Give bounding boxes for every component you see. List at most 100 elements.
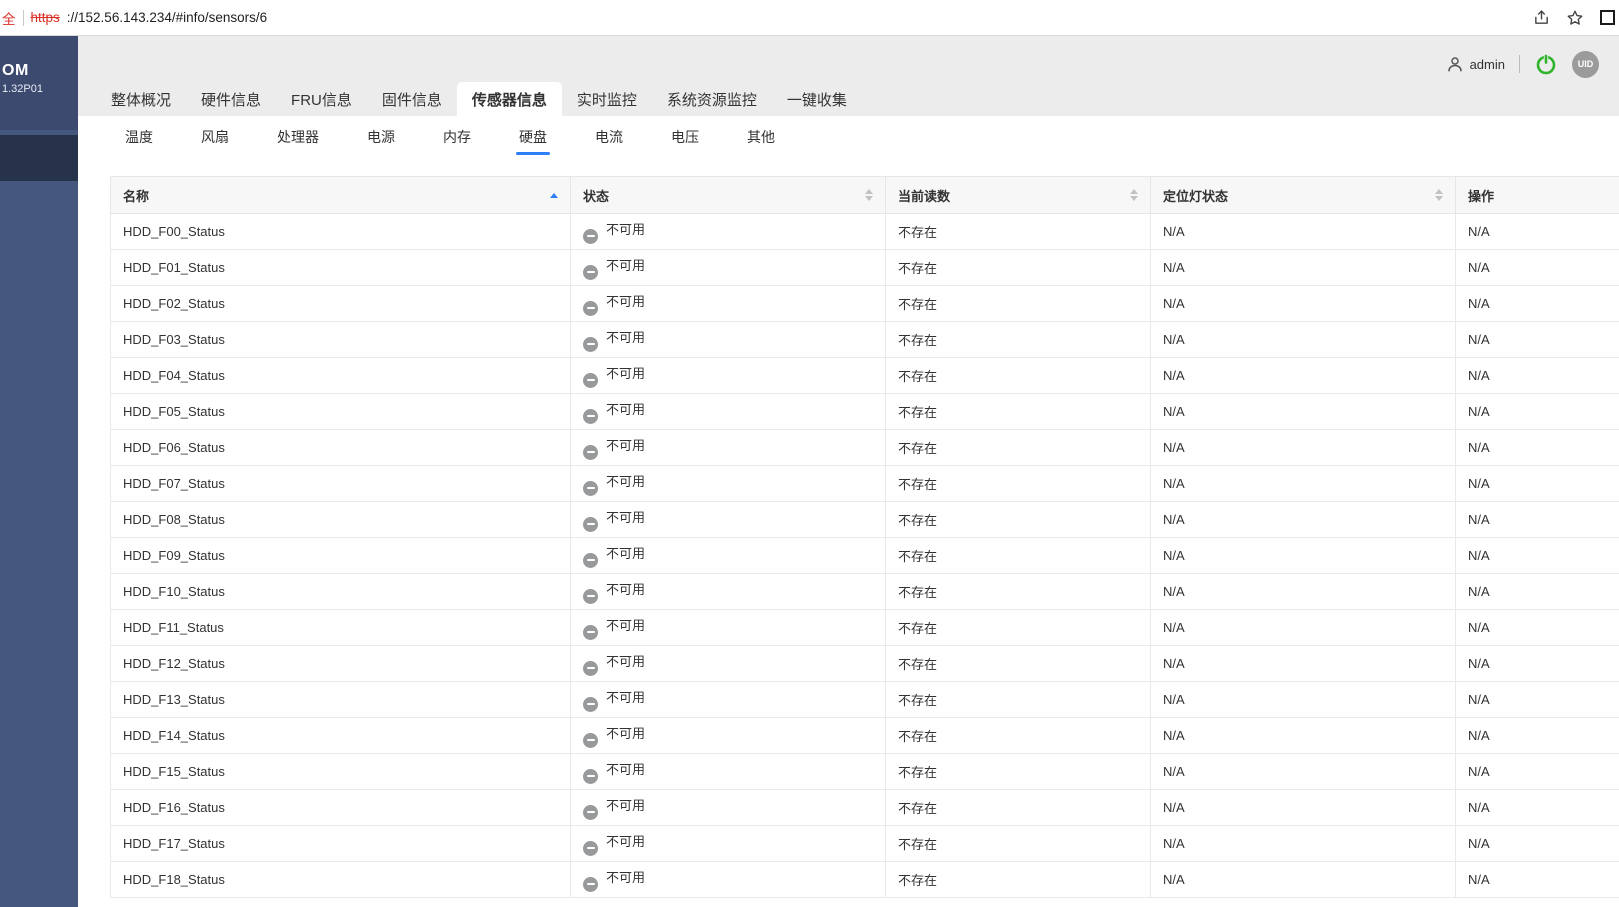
sensor-name-cell: HDD_F04_Status: [111, 358, 571, 394]
sensor-reading-cell: 不存在: [886, 574, 1151, 610]
sub-tab-3[interactable]: 处理器: [274, 116, 322, 158]
star-icon[interactable]: [1566, 9, 1584, 27]
sensor-status-cell: 不可用: [571, 286, 886, 322]
status-label: 不可用: [606, 474, 645, 489]
sensor-reading-cell: 不存在: [886, 862, 1151, 898]
sub-tab-2[interactable]: 风扇: [198, 116, 232, 158]
sensor-status-cell: 不可用: [571, 250, 886, 286]
status-label: 不可用: [606, 546, 645, 561]
column-header-4[interactable]: 定位灯状态: [1151, 177, 1456, 214]
status-label: 不可用: [606, 294, 645, 309]
column-label: 当前读数: [898, 186, 950, 205]
status-label: 不可用: [606, 870, 645, 885]
sensor-name-cell: HDD_F00_Status: [111, 214, 571, 250]
main-tab-4[interactable]: 固件信息: [367, 82, 457, 116]
main-tab-2[interactable]: 硬件信息: [186, 82, 276, 116]
power-icon[interactable]: [1534, 52, 1558, 76]
sensor-reading-cell: 不存在: [886, 754, 1151, 790]
app-window: OM 1.32P01 admin: [0, 36, 1619, 907]
url-bar[interactable]: 全 https ://152.56.143.234/#info/sensors/…: [2, 8, 267, 28]
sort-icons[interactable]: [865, 189, 873, 202]
sensor-status-cell: 不可用: [571, 682, 886, 718]
sidebar: OM 1.32P01: [0, 36, 78, 907]
operation-cell: N/A: [1456, 358, 1619, 394]
sensor-name-cell: HDD_F01_Status: [111, 250, 571, 286]
table-row: HDD_F00_Status不可用不存在N/AN/A: [111, 214, 1619, 250]
column-label: 名称: [123, 186, 149, 205]
column-header-3[interactable]: 当前读数: [886, 177, 1151, 214]
operation-cell: N/A: [1456, 250, 1619, 286]
column-label: 操作: [1468, 186, 1494, 205]
square-icon[interactable]: [1600, 10, 1615, 25]
sensor-status-cell: 不可用: [571, 466, 886, 502]
sort-ascending-icon[interactable]: [550, 193, 558, 198]
url-text: ://152.56.143.234/#info/sensors/6: [67, 10, 267, 25]
operation-cell: N/A: [1456, 646, 1619, 682]
sub-tab-6[interactable]: 硬盘: [516, 116, 550, 158]
sensor-reading-cell: 不存在: [886, 502, 1151, 538]
status-label: 不可用: [606, 582, 645, 597]
status-label: 不可用: [606, 438, 645, 453]
operation-cell: N/A: [1456, 574, 1619, 610]
sensor-status-cell: 不可用: [571, 646, 886, 682]
sensor-status-cell: 不可用: [571, 754, 886, 790]
sensor-name-cell: HDD_F06_Status: [111, 430, 571, 466]
sensor-status-cell: 不可用: [571, 358, 886, 394]
sensor-name-cell: HDD_F11_Status: [111, 610, 571, 646]
main-tab-3[interactable]: FRU信息: [276, 82, 367, 116]
sidebar-item-selected[interactable]: [0, 135, 78, 181]
main-tabs: 整体概况硬件信息FRU信息固件信息传感器信息实时监控系统资源监控一键收集: [78, 82, 1619, 116]
sort-icons[interactable]: [1130, 189, 1138, 202]
sort-icons[interactable]: [1435, 189, 1443, 202]
unavailable-icon: [583, 841, 598, 856]
main-tab-6[interactable]: 实时监控: [562, 82, 652, 116]
username-label: admin: [1470, 57, 1505, 72]
sensor-reading-cell: 不存在: [886, 466, 1151, 502]
column-header-5[interactable]: 操作: [1456, 177, 1619, 214]
sub-tab-7[interactable]: 电流: [592, 116, 626, 158]
main-tab-8[interactable]: 一键收集: [772, 82, 862, 116]
url-divider: [23, 10, 24, 26]
sensor-status-cell: 不可用: [571, 502, 886, 538]
sensor-subtabs: 温度风扇处理器电源内存硬盘电流电压其他: [78, 116, 1619, 158]
table-row: HDD_F04_Status不可用不存在N/AN/A: [111, 358, 1619, 394]
unavailable-icon: [583, 697, 598, 712]
column-header-1[interactable]: 名称: [111, 177, 571, 214]
led-status-cell: N/A: [1151, 538, 1456, 574]
status-label: 不可用: [606, 618, 645, 633]
uid-badge[interactable]: UID: [1572, 51, 1599, 78]
table-row: HDD_F01_Status不可用不存在N/AN/A: [111, 250, 1619, 286]
status-label: 不可用: [606, 258, 645, 273]
table-row: HDD_F09_Status不可用不存在N/AN/A: [111, 538, 1619, 574]
operation-cell: N/A: [1456, 862, 1619, 898]
sensor-reading-cell: 不存在: [886, 322, 1151, 358]
user-bar: admin UID: [78, 36, 1619, 82]
sub-tab-5[interactable]: 内存: [440, 116, 474, 158]
sub-tab-9[interactable]: 其他: [744, 116, 778, 158]
sensor-table-wrap: 名称状态当前读数定位灯状态操作 HDD_F00_Status不可用不存在N/AN…: [110, 176, 1619, 907]
unavailable-icon: [583, 769, 598, 784]
column-header-2[interactable]: 状态: [571, 177, 886, 214]
sensor-name-cell: HDD_F10_Status: [111, 574, 571, 610]
status-label: 不可用: [606, 654, 645, 669]
main-tab-7[interactable]: 系统资源监控: [652, 82, 772, 116]
sub-tab-4[interactable]: 电源: [364, 116, 398, 158]
main-tab-5[interactable]: 传感器信息: [457, 82, 562, 116]
user-menu[interactable]: admin: [1446, 55, 1505, 73]
sensor-reading-cell: 不存在: [886, 790, 1151, 826]
share-icon[interactable]: [1533, 9, 1550, 26]
sub-tab-8[interactable]: 电压: [668, 116, 702, 158]
sensor-name-cell: HDD_F15_Status: [111, 754, 571, 790]
led-status-cell: N/A: [1151, 646, 1456, 682]
status-label: 不可用: [606, 834, 645, 849]
main-tab-1[interactable]: 整体概况: [96, 82, 186, 116]
status-label: 不可用: [606, 798, 645, 813]
led-status-cell: N/A: [1151, 610, 1456, 646]
sub-tab-1[interactable]: 温度: [122, 116, 156, 158]
userbar-divider: [1519, 55, 1520, 73]
sensor-reading-cell: 不存在: [886, 538, 1151, 574]
sensor-status-cell: 不可用: [571, 538, 886, 574]
table-row: HDD_F17_Status不可用不存在N/AN/A: [111, 826, 1619, 862]
operation-cell: N/A: [1456, 826, 1619, 862]
led-status-cell: N/A: [1151, 790, 1456, 826]
